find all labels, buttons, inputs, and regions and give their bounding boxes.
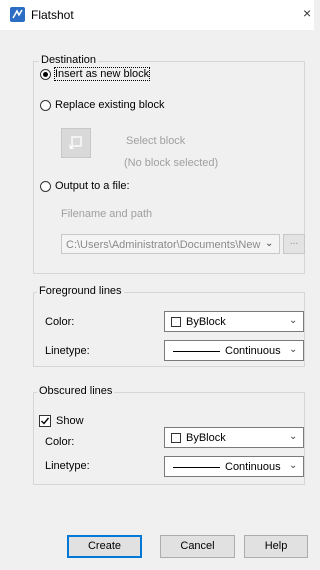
chevron-down-icon: ⌄ <box>289 344 298 355</box>
obscured-color-value: ByBlock <box>186 432 226 444</box>
chevron-down-icon: ⌄ <box>289 315 298 326</box>
flatshot-app-icon <box>10 7 25 22</box>
foreground-color-dropdown[interactable]: ByBlock ⌄ <box>164 311 304 332</box>
foreground-linetype-dropdown[interactable]: Continuous ⌄ <box>164 340 304 361</box>
foreground-lines-legend: Foreground lines <box>37 285 124 297</box>
create-button[interactable]: Create <box>67 535 142 558</box>
foreground-color-value: ByBlock <box>186 316 226 328</box>
no-block-selected-label: (No block selected) <box>124 157 219 169</box>
chevron-down-icon: ⌄ <box>289 460 298 471</box>
linetype-sample-line <box>173 351 220 352</box>
show-obscured-checkbox[interactable] <box>39 415 51 427</box>
insert-new-block-radio[interactable] <box>40 69 51 80</box>
foreground-linetype-label: Linetype: <box>45 345 90 357</box>
window-title: Flatshot <box>31 8 74 22</box>
show-obscured-label[interactable]: Show <box>56 415 84 427</box>
close-icon[interactable]: × <box>303 5 311 21</box>
chevron-down-icon: ⌄ <box>289 431 298 442</box>
color-swatch <box>171 317 181 327</box>
select-block-label: Select block <box>126 135 186 147</box>
select-block-button[interactable] <box>61 128 91 158</box>
linetype-sample-line <box>173 467 220 468</box>
insert-new-block-label[interactable]: Insert as new block <box>53 67 151 81</box>
file-path-combobox[interactable]: C:\Users\Administrator\Documents\New <box>61 234 280 254</box>
checkmark-icon <box>41 417 50 425</box>
obscured-linetype-value: Continuous <box>225 461 281 473</box>
obscured-color-dropdown[interactable]: ByBlock ⌄ <box>164 427 304 448</box>
output-to-file-label[interactable]: Output to a file: <box>55 180 130 192</box>
filename-and-path-label: Filename and path <box>61 208 153 220</box>
destination-legend: Destination <box>39 54 99 66</box>
obscured-color-label: Color: <box>45 436 75 448</box>
obscured-linetype-label: Linetype: <box>45 460 90 472</box>
obscured-linetype-dropdown[interactable]: Continuous ⌄ <box>164 456 304 477</box>
color-swatch <box>171 433 181 443</box>
chevron-down-icon: ⌄ <box>265 238 274 249</box>
browse-button[interactable]: ... <box>283 234 305 254</box>
replace-existing-block-label[interactable]: Replace existing block <box>55 99 164 111</box>
foreground-color-label: Color: <box>45 316 75 328</box>
obscured-lines-legend: Obscured lines <box>37 385 115 397</box>
cancel-button[interactable]: Cancel <box>160 535 235 558</box>
foreground-linetype-value: Continuous <box>225 345 281 357</box>
output-to-file-radio[interactable] <box>40 181 51 192</box>
help-button[interactable]: Help <box>244 535 308 558</box>
file-path-value: C:\Users\Administrator\Documents\New <box>66 239 261 251</box>
select-block-icon <box>69 136 82 149</box>
replace-existing-block-radio[interactable] <box>40 100 51 111</box>
